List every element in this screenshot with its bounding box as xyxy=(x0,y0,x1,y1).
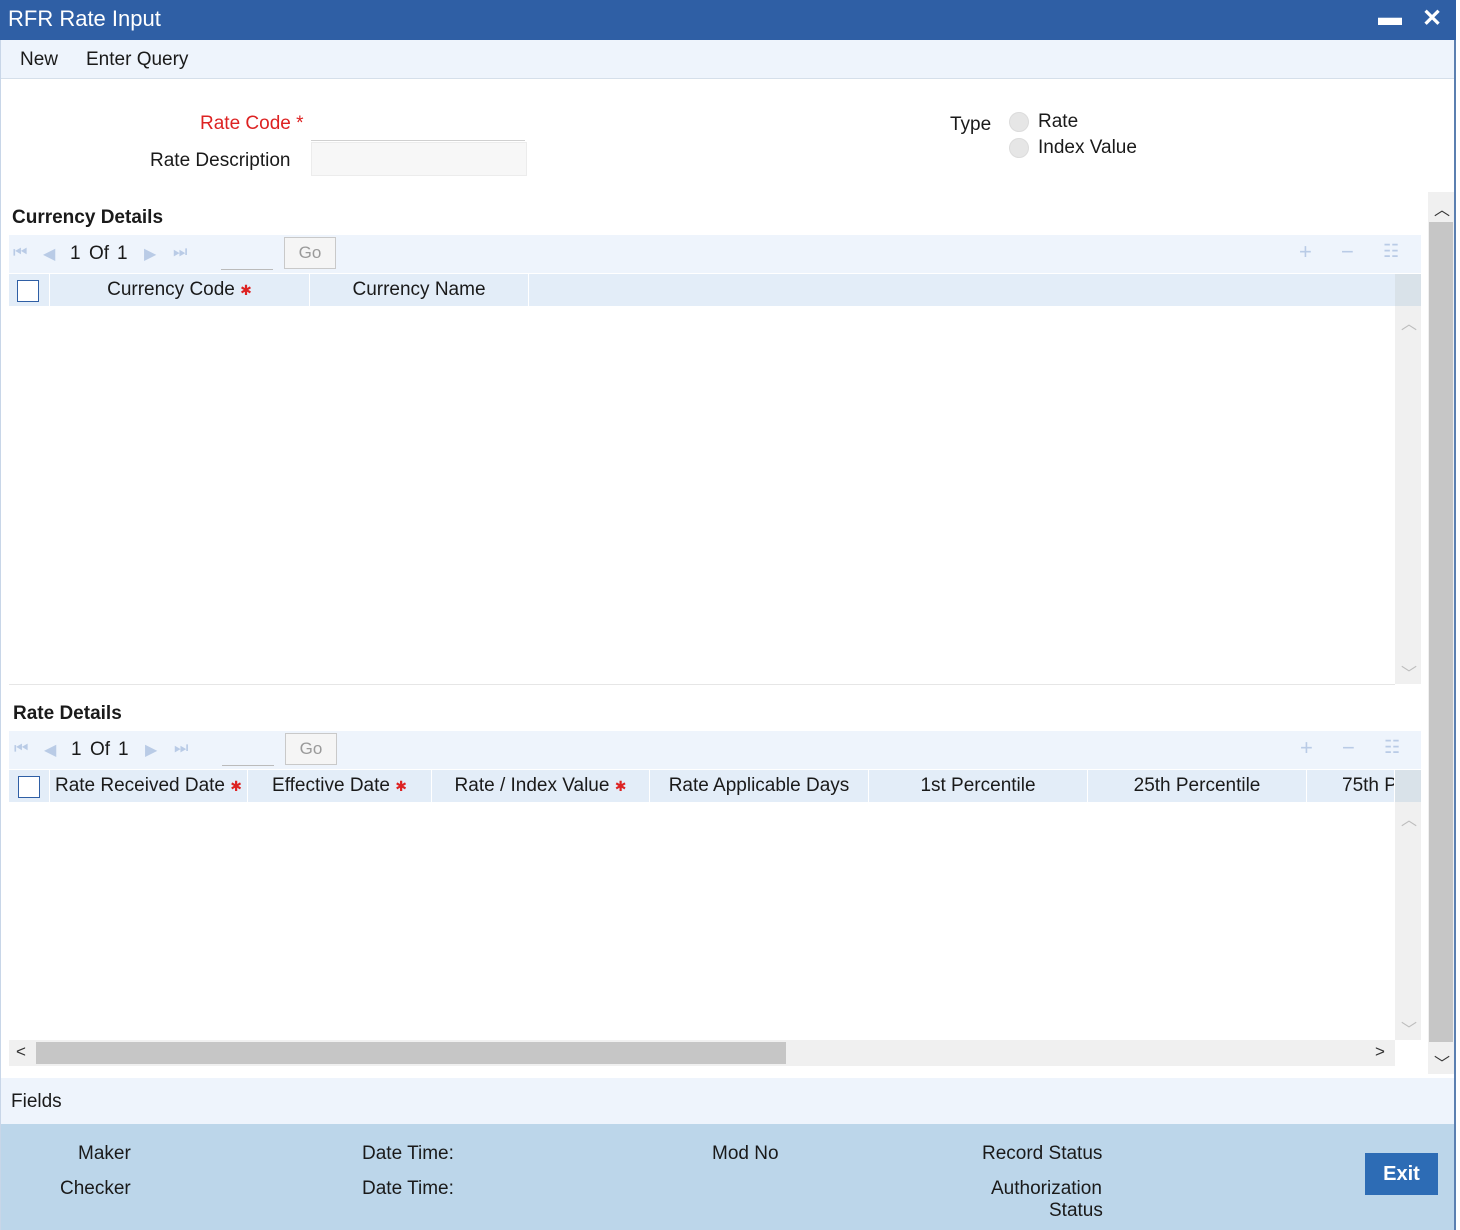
scroll-up-icon[interactable]: ︿ xyxy=(1401,310,1417,334)
window-border-right xyxy=(1454,40,1456,1230)
rate-col-effective-date[interactable]: Effective Date ✱ xyxy=(248,770,432,802)
rate-col-75th-percentile[interactable]: 75th P xyxy=(1307,770,1395,802)
rate-page-input[interactable] xyxy=(222,735,274,766)
rate-grid-body xyxy=(9,802,1395,1040)
next-page-icon[interactable]: ▶ xyxy=(145,740,157,760)
currency-select-all-cell xyxy=(9,274,50,306)
rate-go-button[interactable]: Go xyxy=(285,733,337,765)
first-page-icon[interactable]: ⏮ xyxy=(13,244,27,262)
rate-select-all-checkbox[interactable] xyxy=(18,776,40,798)
rate-code-label: Rate Code * xyxy=(200,113,304,134)
header-filler xyxy=(1395,274,1421,306)
prev-page-icon[interactable]: ◀ xyxy=(44,740,56,760)
audit-footer xyxy=(1,1124,1454,1230)
window-title: RFR Rate Input xyxy=(8,6,161,31)
menu-enter-query[interactable]: Enter Query xyxy=(86,49,188,71)
maker-label: Maker xyxy=(78,1143,131,1164)
rate-grid-vscroll[interactable]: ︿ ﹀ xyxy=(1395,802,1421,1040)
currency-grid-body xyxy=(9,306,1395,685)
add-row-icon[interactable]: + xyxy=(1300,735,1313,761)
type-label: Type xyxy=(950,114,992,135)
rate-description-input[interactable] xyxy=(311,142,527,176)
currency-col-name[interactable]: Currency Name xyxy=(310,274,529,306)
currency-grid-header: Currency Code ✱ Currency Name xyxy=(9,274,1421,306)
main-vertical-scrollbar[interactable]: ︿ ﹀ xyxy=(1428,192,1454,1074)
required-mark: * xyxy=(296,113,304,134)
rate-pager-of: Of xyxy=(90,739,111,760)
hscroll-thumb[interactable] xyxy=(36,1042,786,1064)
mod-no-label: Mod No xyxy=(712,1143,779,1164)
rate-grid-hscroll[interactable]: < > xyxy=(9,1040,1395,1066)
fields-band: Fields xyxy=(1,1078,1454,1124)
currency-pager-current: 1 xyxy=(70,243,81,264)
last-page-icon[interactable]: ⏭ xyxy=(173,244,187,262)
minimize-icon[interactable]: ▬ xyxy=(1378,4,1402,32)
scroll-right-icon[interactable]: > xyxy=(1375,1042,1385,1062)
rate-description-label: Rate Description xyxy=(150,150,291,171)
window-border-left xyxy=(0,40,1,1230)
remove-row-icon[interactable]: − xyxy=(1342,735,1355,761)
currency-details-title: Currency Details xyxy=(12,207,164,228)
next-page-icon[interactable]: ▶ xyxy=(144,244,156,264)
authorization-status-label: Status xyxy=(1049,1200,1103,1221)
checker-date-time-label: Date Time: xyxy=(362,1178,454,1199)
authorization-label: Authorization xyxy=(991,1178,1102,1199)
currency-grid-vscroll[interactable]: ︿ ﹀ xyxy=(1395,306,1421,684)
rate-code-input[interactable] xyxy=(311,108,525,141)
fields-label[interactable]: Fields xyxy=(11,1091,62,1113)
column-menu-icon[interactable]: ☷ xyxy=(1383,241,1399,262)
close-icon[interactable]: ✕ xyxy=(1422,4,1442,33)
checker-label: Checker xyxy=(60,1178,131,1199)
type-index-value-radio[interactable] xyxy=(1009,138,1029,158)
exit-button[interactable]: Exit xyxy=(1365,1153,1438,1195)
currency-pager-of: Of xyxy=(89,243,110,264)
last-page-icon[interactable]: ⏭ xyxy=(174,740,188,758)
scroll-down-icon[interactable]: ﹀ xyxy=(1401,660,1417,684)
currency-col-code[interactable]: Currency Code ✱ xyxy=(50,274,310,306)
rate-col-applicable-days[interactable]: Rate Applicable Days xyxy=(650,770,869,802)
maker-date-time-label: Date Time: xyxy=(362,1143,454,1164)
currency-select-all-checkbox[interactable] xyxy=(17,280,39,302)
column-menu-icon[interactable]: ☷ xyxy=(1384,737,1400,758)
menu-new[interactable]: New xyxy=(20,49,58,71)
header-filler xyxy=(1395,770,1421,802)
scroll-up-icon[interactable]: ︿ xyxy=(1401,806,1417,830)
rate-col-1st-percentile[interactable]: 1st Percentile xyxy=(869,770,1088,802)
scroll-up-icon[interactable]: ︿ xyxy=(1434,196,1450,220)
currency-page-input[interactable] xyxy=(221,239,273,270)
type-rate-label: Rate xyxy=(1038,111,1079,132)
scroll-down-icon[interactable]: ﹀ xyxy=(1401,1016,1417,1040)
type-rate-radio[interactable] xyxy=(1009,112,1029,132)
currency-pager-total: 1 xyxy=(117,243,128,264)
first-page-icon[interactable]: ⏮ xyxy=(14,740,28,758)
rate-col-index-value[interactable]: Rate / Index Value ✱ xyxy=(432,770,650,802)
window-titlebar: RFR Rate Input ▬ ✕ xyxy=(0,0,1456,40)
prev-page-icon[interactable]: ◀ xyxy=(43,244,55,264)
rate-pager-total: 1 xyxy=(118,739,129,760)
currency-pager-bar: ⏮ ◀ 1 Of 1 ▶ ⏭ Go + − ☷ xyxy=(9,235,1421,273)
rate-details-title: Rate Details xyxy=(13,703,122,724)
menu-bar: New Enter Query xyxy=(0,40,1456,79)
main-scroll-thumb[interactable] xyxy=(1429,222,1453,1042)
type-index-value-label: Index Value xyxy=(1038,137,1137,158)
rate-col-received-date[interactable]: Rate Received Date ✱ xyxy=(50,770,248,802)
scroll-down-icon[interactable]: ﹀ xyxy=(1434,1050,1450,1074)
rate-select-all-cell xyxy=(9,770,50,802)
rate-grid-header: Rate Received Date ✱ Effective Date ✱ Ra… xyxy=(9,770,1421,802)
rate-pager-current: 1 xyxy=(71,739,82,760)
rate-col-25th-percentile[interactable]: 25th Percentile xyxy=(1088,770,1307,802)
remove-row-icon[interactable]: − xyxy=(1341,239,1354,265)
record-status-label: Record Status xyxy=(982,1143,1103,1164)
scroll-left-icon[interactable]: < xyxy=(16,1042,26,1062)
add-row-icon[interactable]: + xyxy=(1299,239,1312,265)
currency-go-button[interactable]: Go xyxy=(284,237,336,269)
rate-pager-bar: ⏮ ◀ 1 Of 1 ▶ ⏭ Go + − ☷ xyxy=(9,731,1421,769)
